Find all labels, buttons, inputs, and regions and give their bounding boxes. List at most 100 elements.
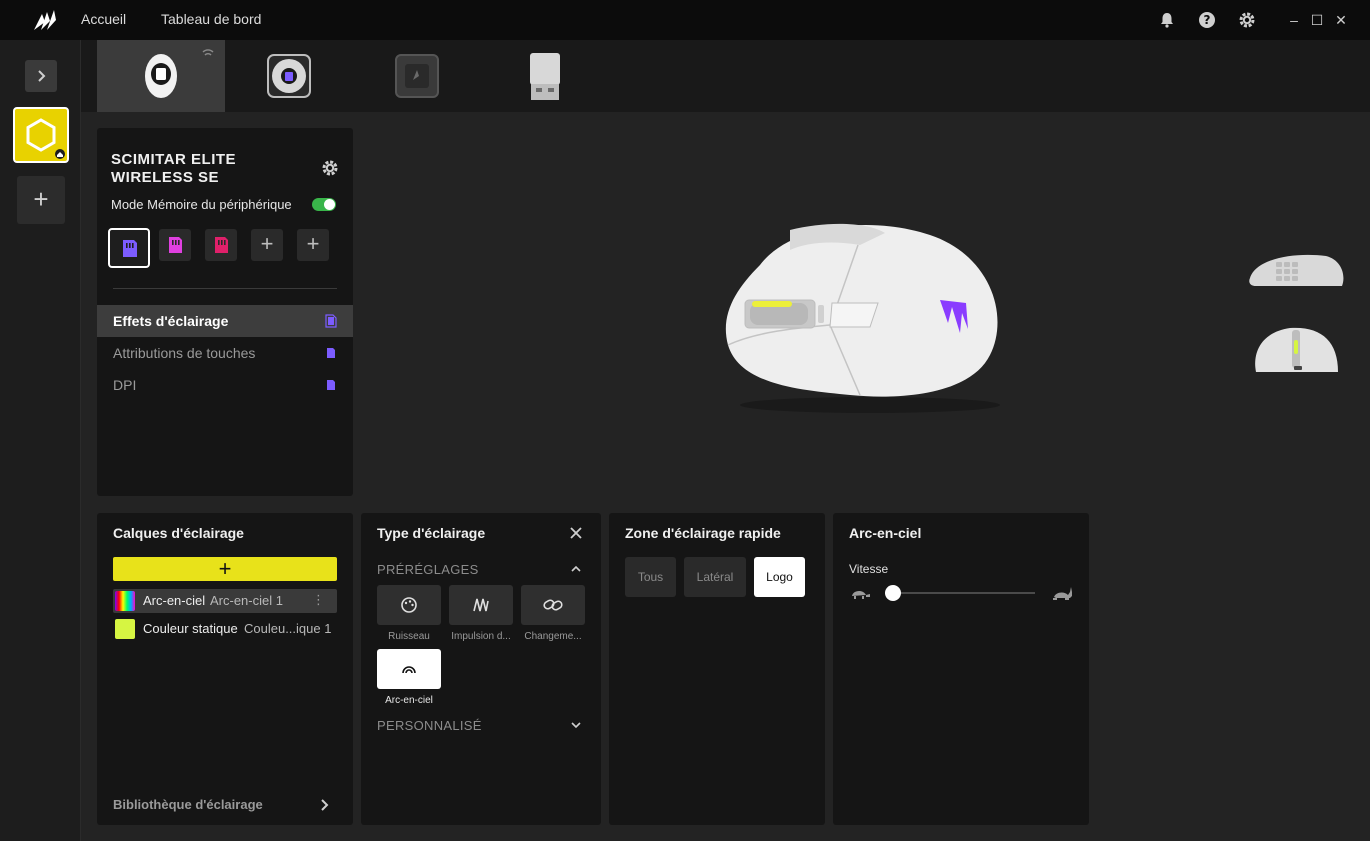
menu-key-assignments[interactable]: Attributions de touches — [97, 337, 353, 369]
hexagon-icon — [26, 118, 65, 159]
help-icon[interactable]: ? — [1198, 11, 1216, 29]
zone-button-all[interactable]: Tous — [625, 557, 676, 597]
custom-header[interactable]: PERSONNALISÉ — [377, 718, 482, 733]
device-panel: SCIMITAR ELITE WIRELESS SE Mode Mémoire … — [97, 128, 353, 496]
menu-item-label: DPI — [113, 377, 137, 393]
preset-label: Changeme... — [524, 631, 582, 642]
memory-card-icon — [169, 237, 182, 253]
layer-subname: Arc-en-ciel 1 — [210, 593, 283, 608]
memory-card-icon — [123, 240, 137, 257]
profile-tile[interactable] — [13, 107, 69, 163]
maximize-button[interactable]: ☐ — [1309, 11, 1325, 29]
device-tab-mouse[interactable] — [97, 40, 225, 112]
palette-icon — [401, 597, 417, 613]
zone-button-side[interactable]: Latéral — [684, 557, 746, 597]
preset-label: Ruisseau — [388, 631, 430, 642]
title-bar: Accueil Tableau de bord ? – ☐ ✕ — [0, 0, 1370, 40]
menu-dpi[interactable]: DPI — [97, 369, 353, 401]
memory-slot-2[interactable] — [159, 229, 191, 261]
menu-item-label: Effets d'éclairage — [113, 313, 229, 329]
chevron-up-icon[interactable] — [570, 564, 582, 574]
memory-card-icon — [327, 348, 335, 358]
plus-icon: + — [260, 231, 274, 256]
lighting-type-panel: Type d'éclairage PRÉRÉGLAGES Ruisseau Im… — [361, 513, 601, 825]
memory-card-icon — [215, 237, 228, 253]
panel-title: Calques d'éclairage — [113, 525, 244, 541]
profile-rail: + — [0, 40, 81, 841]
preset-label: Arc-en-ciel — [385, 695, 433, 706]
lighting-library-link[interactable]: Bibliothèque d'éclairage — [113, 797, 263, 812]
add-memory-slot-button[interactable]: + — [251, 229, 283, 261]
preset-ruisseau[interactable] — [377, 585, 441, 625]
close-icon[interactable] — [569, 526, 583, 540]
chevron-down-icon[interactable] — [570, 720, 582, 730]
lighting-layers-panel: Calques d'éclairage + Arc-en-ciel Arc-en… — [97, 513, 353, 825]
chevron-right-icon — [38, 70, 46, 82]
bell-icon[interactable] — [1158, 11, 1176, 29]
layer-subname: Couleu...ique 1 — [244, 621, 332, 636]
presets-header[interactable]: PRÉRÉGLAGES — [377, 562, 479, 577]
device-name: SCIMITAR ELITE WIRELESS SE — [111, 151, 237, 186]
expand-rail-button[interactable] — [25, 60, 57, 92]
layer-name: Arc-en-ciel — [143, 593, 206, 608]
plus-icon: + — [218, 556, 232, 581]
hub-device-icon — [395, 54, 439, 98]
nav-dashboard[interactable]: Tableau de bord — [161, 11, 261, 27]
panel-title: Zone d'éclairage rapide — [625, 525, 781, 541]
device-tab-hub[interactable] — [353, 40, 481, 112]
rabbit-icon — [1053, 587, 1072, 600]
rainbow-swatch — [115, 591, 135, 611]
device-tab-dongle[interactable] — [481, 40, 609, 112]
mouse-device-icon — [145, 49, 214, 98]
fan-device-icon — [267, 54, 311, 98]
link-icon — [543, 599, 563, 611]
speed-label: Vitesse — [849, 562, 889, 576]
memory-card-icon — [327, 380, 335, 390]
gear-icon[interactable] — [1238, 11, 1256, 29]
mouse-front-view-thumb[interactable] — [1250, 322, 1344, 380]
divider — [113, 288, 337, 289]
add-memory-slot-button[interactable]: + — [297, 229, 329, 261]
panel-title: Arc-en-ciel — [849, 525, 922, 541]
menu-lighting-effects[interactable]: Effets d'éclairage — [97, 305, 353, 337]
memory-mode-toggle[interactable] — [312, 198, 336, 211]
quick-zone-panel: Zone d'éclairage rapide Tous Latéral Log… — [609, 513, 825, 825]
preset-pulse[interactable] — [449, 585, 513, 625]
usb-dongle-icon — [530, 53, 560, 100]
memory-card-icon — [325, 314, 337, 328]
mouse-preview[interactable] — [700, 205, 1020, 415]
memory-slot-3[interactable] — [205, 229, 237, 261]
corsair-logo — [34, 10, 56, 30]
preset-color-shift[interactable] — [521, 585, 585, 625]
nav-home[interactable]: Accueil — [81, 11, 126, 27]
turtle-icon — [852, 590, 870, 599]
chevron-right-icon[interactable] — [319, 797, 331, 813]
panel-title: Type d'éclairage — [377, 525, 486, 541]
rainbow-effect-panel: Arc-en-ciel Vitesse — [833, 513, 1089, 825]
preset-rainbow[interactable] — [377, 649, 441, 689]
memory-mode-label: Mode Mémoire du périphérique — [111, 197, 292, 212]
device-tabs — [81, 40, 1370, 112]
color-swatch — [115, 619, 135, 639]
minimize-button[interactable]: – — [1286, 11, 1302, 29]
menu-item-label: Attributions de touches — [113, 345, 256, 361]
memory-slot-1[interactable] — [108, 228, 150, 268]
more-options-icon[interactable]: ⋮ — [312, 592, 325, 608]
add-layer-button[interactable]: + — [113, 557, 337, 581]
layer-row-rainbow[interactable]: Arc-en-ciel Arc-en-ciel 1 ⋮ — [113, 589, 337, 613]
zone-button-logo[interactable]: Logo — [754, 557, 805, 597]
mouse-side-view-thumb[interactable] — [1246, 248, 1346, 292]
layer-name: Couleur statique — [143, 621, 238, 636]
add-profile-button[interactable]: + — [17, 176, 65, 224]
svg-text:?: ? — [1204, 13, 1211, 27]
rainbow-icon — [402, 666, 416, 674]
device-settings-icon[interactable] — [321, 159, 339, 177]
speed-slider-thumb[interactable] — [885, 585, 901, 601]
plus-icon: + — [33, 184, 49, 214]
layer-row-static[interactable]: Couleur statique Couleu...ique 1 — [113, 617, 337, 641]
close-window-button[interactable]: ✕ — [1333, 11, 1349, 29]
device-tab-fan[interactable] — [225, 40, 353, 112]
speed-slider-track[interactable] — [885, 592, 1035, 594]
preset-label: Impulsion d... — [451, 631, 511, 642]
plus-icon: + — [306, 231, 320, 256]
